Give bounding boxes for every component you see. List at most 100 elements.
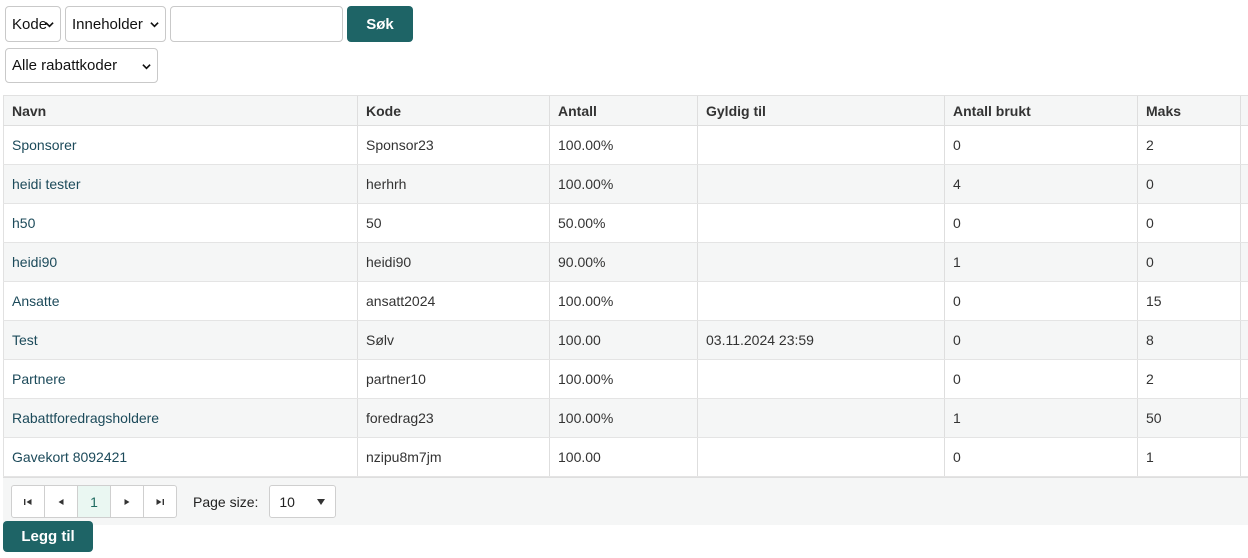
page-size-label: Page size:: [193, 493, 259, 510]
cell-navn[interactable]: Rabattforedragsholdere: [3, 399, 358, 437]
column-header-antall[interactable]: Antall: [550, 96, 698, 125]
cell-antall: 100.00%: [550, 282, 698, 320]
last-page-icon: [156, 498, 164, 505]
cell-navn[interactable]: heidi tester: [3, 165, 358, 203]
cell-antall-brukt: 0: [945, 321, 1138, 359]
cell-overflow: [1241, 165, 1248, 203]
search-input[interactable]: [170, 6, 343, 42]
cell-antall: 90.00%: [550, 243, 698, 281]
cell-maks: 2: [1138, 126, 1241, 164]
first-page-button[interactable]: [11, 485, 45, 518]
cell-maks: 15: [1138, 282, 1241, 320]
prev-page-icon: [58, 498, 64, 505]
cell-maks: 50: [1138, 399, 1241, 437]
cell-navn[interactable]: h50: [3, 204, 358, 242]
prev-page-button[interactable]: [44, 485, 78, 518]
table-row[interactable]: Test Sølv 100.00 03.11.2024 23:59 0 8: [3, 321, 1248, 360]
cell-navn[interactable]: Ansatte: [3, 282, 358, 320]
cell-navn[interactable]: heidi90: [3, 243, 358, 281]
discount-code-select[interactable]: Alle rabattkoder: [5, 48, 158, 83]
cell-navn[interactable]: Sponsorer: [3, 126, 358, 164]
cell-kode: 50: [358, 204, 550, 242]
add-button[interactable]: Legg til: [3, 521, 93, 552]
cell-overflow: [1241, 243, 1248, 281]
search-button[interactable]: Søk: [347, 6, 413, 42]
next-page-button[interactable]: [110, 485, 144, 518]
cell-antall-brukt: 1: [945, 243, 1138, 281]
cell-kode: ansatt2024: [358, 282, 550, 320]
table-row[interactable]: Gavekort 8092421 nzipu8m7jm 100.00 0 1: [3, 438, 1248, 477]
caret-down-icon: [317, 499, 326, 505]
cell-overflow: [1241, 204, 1248, 242]
page-number-button[interactable]: 1: [77, 485, 111, 518]
cell-navn[interactable]: Partnere: [3, 360, 358, 398]
column-header-kode[interactable]: Kode: [358, 96, 550, 125]
discount-code-table: Navn Kode Antall Gyldig til Antall brukt…: [3, 95, 1248, 477]
cell-antall: 100.00%: [550, 165, 698, 203]
cell-navn[interactable]: Test: [3, 321, 358, 359]
cell-overflow: [1241, 321, 1248, 359]
page-size-select[interactable]: 10: [269, 485, 337, 518]
cell-antall: 100.00%: [550, 399, 698, 437]
chevron-down-icon: [45, 22, 54, 28]
cell-overflow: [1241, 282, 1248, 320]
chevron-down-icon: [142, 64, 151, 70]
cell-navn[interactable]: Gavekort 8092421: [3, 438, 358, 476]
cell-overflow: [1241, 399, 1248, 437]
cell-gyldig-til: [698, 165, 945, 203]
table-row[interactable]: Partnere partner10 100.00% 0 2: [3, 360, 1248, 399]
match-select-value: Inneholder: [72, 15, 143, 33]
cell-gyldig-til: [698, 126, 945, 164]
pager: 1 Page size: 10: [3, 477, 1248, 525]
cell-kode: nzipu8m7jm: [358, 438, 550, 476]
cell-antall-brukt: 0: [945, 438, 1138, 476]
table-row[interactable]: heidi90 heidi90 90.00% 1 0: [3, 243, 1248, 282]
cell-overflow: [1241, 360, 1248, 398]
cell-gyldig-til: [698, 243, 945, 281]
table-row[interactable]: h50 50 50.00% 0 0: [3, 204, 1248, 243]
cell-antall: 100.00: [550, 321, 698, 359]
cell-kode: heidi90: [358, 243, 550, 281]
cell-kode: foredrag23: [358, 399, 550, 437]
cell-maks: 8: [1138, 321, 1241, 359]
cell-antall-brukt: 4: [945, 165, 1138, 203]
cell-kode: partner10: [358, 360, 550, 398]
page-size-value: 10: [279, 493, 295, 510]
cell-antall: 100.00: [550, 438, 698, 476]
table-header: Navn Kode Antall Gyldig til Antall brukt…: [3, 96, 1248, 126]
cell-kode: herhrh: [358, 165, 550, 203]
last-page-button[interactable]: [143, 485, 177, 518]
column-header-antall-brukt[interactable]: Antall brukt: [945, 96, 1138, 125]
cell-maks: 0: [1138, 204, 1241, 242]
field-select[interactable]: Kode: [5, 6, 61, 42]
discount-code-select-value: Alle rabattkoder: [12, 57, 118, 74]
cell-gyldig-til: [698, 438, 945, 476]
table-row[interactable]: heidi tester herhrh 100.00% 4 0: [3, 165, 1248, 204]
column-header-gyldig-til[interactable]: Gyldig til: [698, 96, 945, 125]
cell-gyldig-til: [698, 204, 945, 242]
cell-antall: 100.00%: [550, 126, 698, 164]
cell-antall: 50.00%: [550, 204, 698, 242]
cell-gyldig-til: [698, 360, 945, 398]
table-row[interactable]: Ansatte ansatt2024 100.00% 0 15: [3, 282, 1248, 321]
cell-antall: 100.00%: [550, 360, 698, 398]
table-row[interactable]: Sponsorer Sponsor23 100.00% 0 2: [3, 126, 1248, 165]
cell-gyldig-til: [698, 282, 945, 320]
chevron-down-icon: [150, 22, 159, 28]
cell-gyldig-til: [698, 399, 945, 437]
column-header-navn[interactable]: Navn: [3, 96, 358, 125]
cell-kode: Sponsor23: [358, 126, 550, 164]
table-row[interactable]: Rabattforedragsholdere foredrag23 100.00…: [3, 399, 1248, 438]
cell-maks: 0: [1138, 243, 1241, 281]
field-select-value: Kode: [12, 15, 48, 33]
filter-bar: Kode Inneholder Søk: [5, 6, 413, 42]
cell-antall-brukt: 0: [945, 360, 1138, 398]
cell-overflow: [1241, 438, 1248, 476]
cell-maks: 0: [1138, 165, 1241, 203]
match-select[interactable]: Inneholder: [65, 6, 166, 42]
column-header-maks[interactable]: Maks: [1138, 96, 1241, 125]
cell-gyldig-til: 03.11.2024 23:59: [698, 321, 945, 359]
column-header-overflow: [1241, 96, 1248, 125]
cell-kode: Sølv: [358, 321, 550, 359]
cell-maks: 2: [1138, 360, 1241, 398]
